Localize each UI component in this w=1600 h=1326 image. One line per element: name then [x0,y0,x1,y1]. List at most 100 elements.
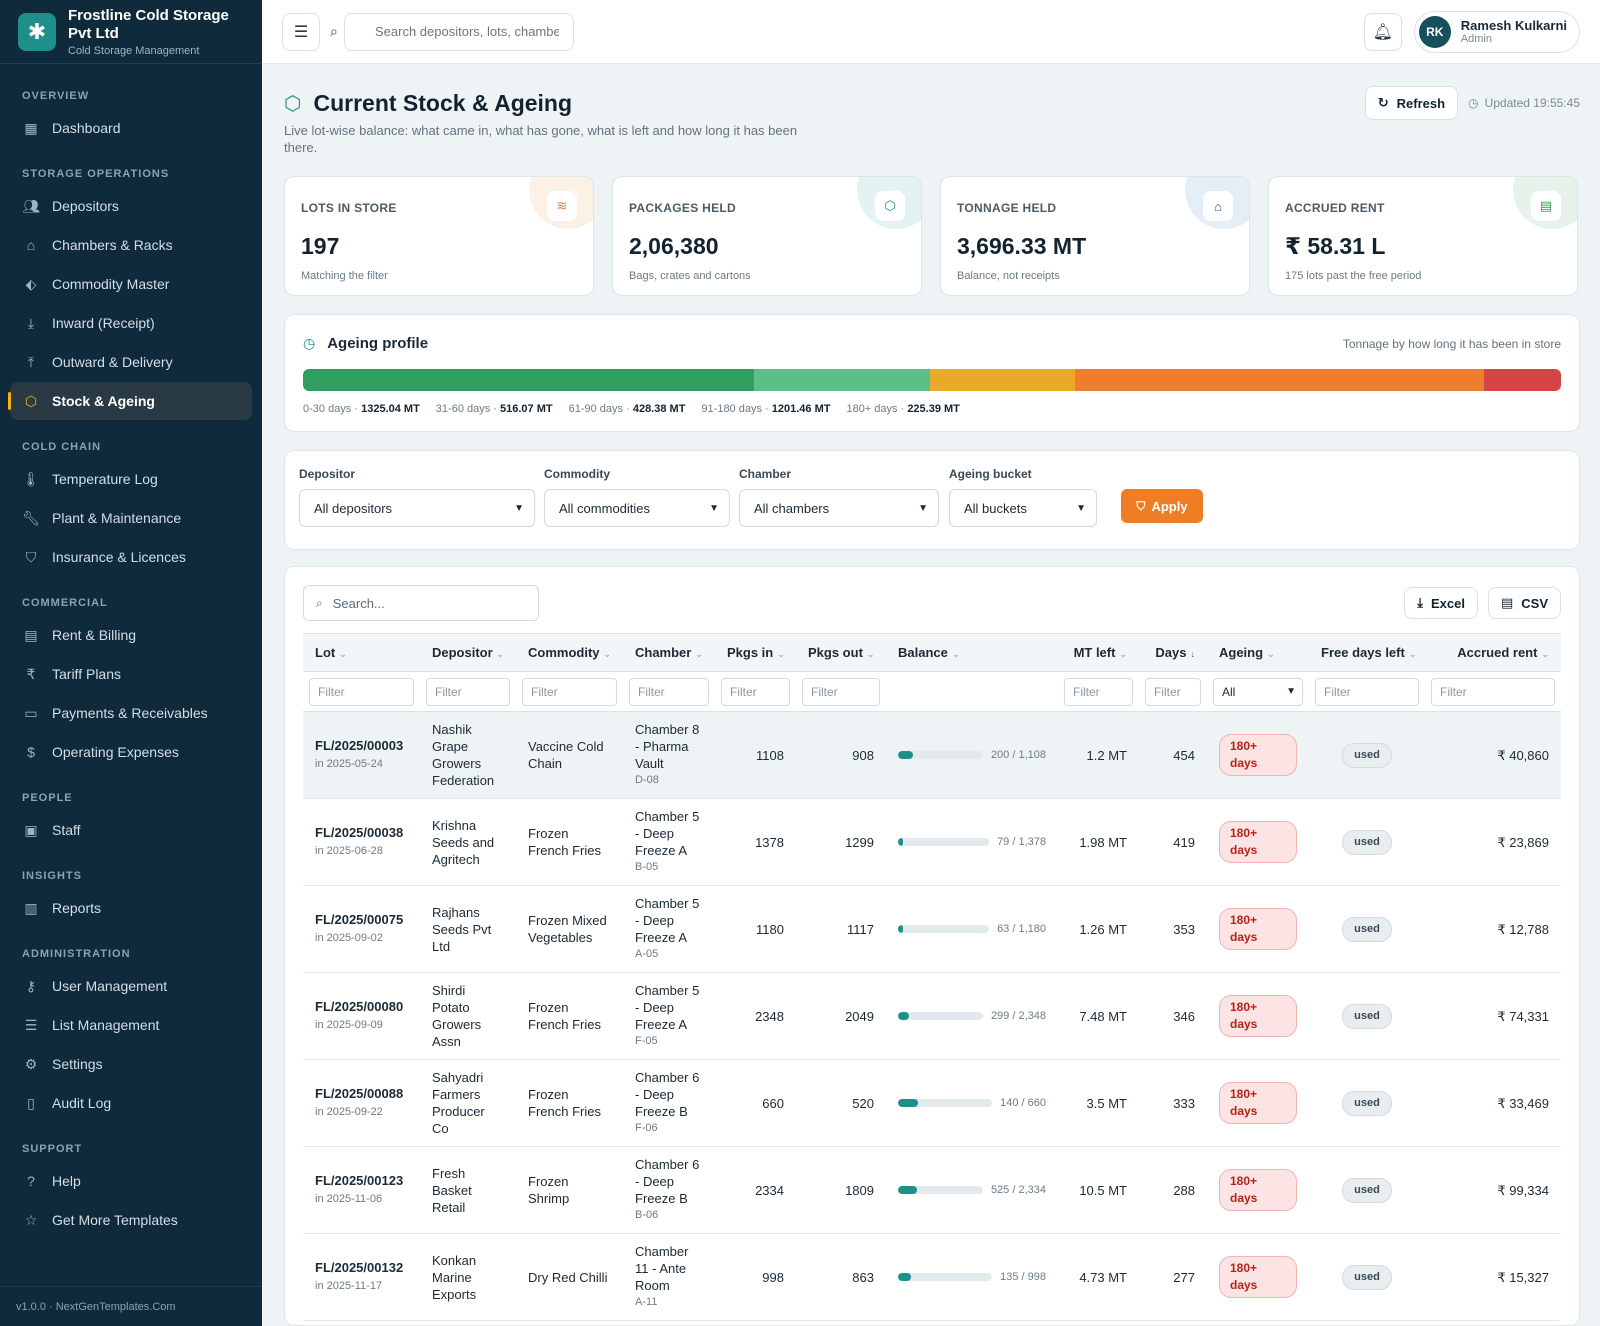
menu-toggle-button[interactable]: ☰ [282,12,320,51]
chamber-select[interactable]: All chambers ▼ [739,489,939,527]
column-header-chamber[interactable]: Chamber ⌄ [623,633,715,672]
user-name: Ramesh Kulkarni [1460,18,1567,33]
table-row[interactable]: FL/2025/00088 in 2025-09-22 Sahyadri Farme… [303,1059,1561,1147]
column-header-pkgs-out[interactable]: Pkgs out ⌄ [796,633,886,672]
lot-id[interactable]: FL/2025/00088 [315,1085,408,1102]
column-header-pkgs-in[interactable]: Pkgs in ⌄ [715,633,796,672]
export-excel-button[interactable]: ⤓ Excel [1404,587,1478,619]
depositor-select[interactable]: All depositors ▼ [299,489,535,527]
sidebar-item-outward-delivery[interactable]: ⤒ Outward & Delivery [10,343,252,381]
column-filter-input[interactable]: Filter [1064,677,1133,706]
apply-button[interactable]: ⛉ Apply [1121,489,1203,523]
sidebar-item-temperature-log[interactable]: 🌡︎ Temperature Log [10,460,252,498]
column-header-accrued-rent[interactable]: Accrued rent ⌄ [1425,633,1561,672]
sidebar-item-help[interactable]: ? Help [10,1162,252,1200]
sidebar-item-list-management[interactable]: ☰ List Management [10,1006,252,1044]
column-header-mt-left[interactable]: MT left ⌄ [1058,633,1139,672]
commodity-select[interactable]: All commodities ▼ [544,489,730,527]
table-row[interactable]: FL/2025/00003 in 2025-05-24 Nashik Grape G… [303,711,1561,799]
lot-id[interactable]: FL/2025/00075 [315,911,408,928]
sidebar-item-chambers-racks[interactable]: ⌂ Chambers & Racks [10,226,252,264]
lot-cell: FL/2025/00080 in 2025-09-09 [303,972,420,1060]
pkgs-out-cell: 908 [796,711,886,799]
lot-date: in 2025-09-09 [315,1019,383,1031]
id-card-icon: ▣ [24,821,38,838]
balance-fill [898,751,914,759]
ageing-legend: 0-30 days · 1325.04 MT 31-60 days · 516.0… [303,403,960,415]
sidebar-item-staff[interactable]: ▣ Staff [10,811,252,849]
ageing-filter-select[interactable]: All ▼ [1213,677,1303,706]
balance-track [898,1273,993,1281]
sidebar-item-reports[interactable]: ▥ Reports [10,889,252,927]
bucket-select[interactable]: All buckets ▼ [949,489,1097,527]
free-days-cell: used [1309,972,1425,1060]
column-filter-input[interactable]: Filter [1145,677,1201,706]
column-filter-input[interactable]: Filter [629,677,709,706]
table-row[interactable]: FL/2025/00038 in 2025-06-28 Krishna Seeds … [303,798,1561,886]
sidebar-item-inward-receipt[interactable]: ⤓ Inward (Receipt) [10,304,252,342]
ageing-legend-value: 1201.46 MT [771,403,831,415]
column-header-ageing[interactable]: Ageing ⌄ [1207,633,1309,672]
table-search-input[interactable]: ⌕ Search... [303,585,539,621]
column-filter-input[interactable]: Filter [721,677,790,706]
sidebar-item-insurance-licences[interactable]: ⛉ Insurance & Licences [10,538,252,576]
sidebar-item-settings[interactable]: ⚙ Settings [10,1045,252,1083]
sidebar-item-audit-log[interactable]: ▯ Audit Log [10,1084,252,1122]
hamburger-icon: ☰ [293,23,309,41]
commodity-cell: Frozen French Fries [516,798,623,886]
lot-id[interactable]: FL/2025/00003 [315,737,408,754]
rack-code: A-11 [635,1296,658,1308]
user-menu[interactable]: RK Ramesh Kulkarni Admin [1413,10,1580,53]
column-filter-input[interactable]: Filter [309,677,414,706]
table-row[interactable]: FL/2025/00132 in 2025-11-17 Konkan Marine … [303,1233,1561,1321]
pkgs-in-cell: 2348 [715,972,796,1060]
sidebar-item-operating-expenses[interactable]: $ Operating Expenses [10,733,252,771]
column-header-days[interactable]: Days ↓ [1139,633,1207,672]
column-header-depositor[interactable]: Depositor ⌄ [420,633,516,672]
sidebar-item-payments-receivables[interactable]: ▭ Payments & Receivables [10,694,252,732]
column-header-free-days-left[interactable]: Free days left ⌄ [1309,633,1425,672]
sidebar-item-rent-billing[interactable]: ▤ Rent & Billing [10,616,252,654]
export-csv-button[interactable]: ▤ CSV [1487,587,1561,619]
column-filter-input[interactable]: Filter [426,677,510,706]
sidebar-item-dashboard[interactable]: ▦ Dashboard [10,109,252,147]
table-row[interactable]: FL/2025/00075 in 2025-09-02 Rajhans Seeds … [303,885,1561,973]
column-filter-input[interactable]: Filter [522,677,617,706]
table-row[interactable]: FL/2025/00080 in 2025-09-09 Shirdi Potato … [303,972,1561,1060]
column-header-balance[interactable]: Balance ⌄ [886,633,1058,672]
pkgs-out-cell: 2049 [796,972,886,1060]
rack-code: F-06 [635,1122,658,1134]
column-header-commodity[interactable]: Commodity ⌄ [516,633,623,672]
balance-indicator: 299 / 2,348 [898,1008,1046,1025]
sidebar-item-tariff-plans[interactable]: ₹ Tariff Plans [10,655,252,693]
sidebar-item-user-management[interactable]: ⚷ User Management [10,967,252,1005]
column-header-label: Commodity [528,645,600,660]
column-filter-input[interactable]: Filter [1431,677,1555,706]
sidebar-item-stock-ageing[interactable]: ⬡ Stock & Ageing [8,382,252,420]
balance-fill [898,1012,909,1020]
column-filter-input[interactable]: Filter [802,677,880,706]
nav-section-overview: OVERVIEW [22,90,90,102]
sidebar-item-plant-maintenance[interactable]: 🔧︎ Plant & Maintenance [10,499,252,537]
sidebar-item-get-more-templates[interactable]: ☆ Get More Templates [10,1201,252,1239]
sidebar-item-depositors[interactable]: 👥︎ Depositors [10,187,252,225]
rack-code: A-05 [635,948,659,960]
column-header-label: Free days left [1321,645,1405,660]
lot-date: in 2025-09-02 [315,932,383,944]
column-filter-input[interactable]: Filter [1315,677,1419,706]
lot-date: in 2025-09-22 [315,1106,383,1118]
lot-id[interactable]: FL/2025/00038 [315,824,408,841]
ageing-cell: 180+ days [1207,1059,1309,1147]
refresh-button[interactable]: ↻ Refresh [1364,86,1459,120]
lot-cell: FL/2025/00038 in 2025-06-28 [303,798,420,886]
notifications-button[interactable]: 🔔︎ [1363,12,1402,51]
table-row[interactable]: FL/2025/00123 in 2025-11-06 Fresh Basket R… [303,1146,1561,1234]
lot-id[interactable]: FL/2025/00132 [315,1259,408,1276]
lot-id[interactable]: FL/2025/00123 [315,1172,408,1189]
warehouse-icon: ⌂ [26,237,36,253]
free-days-badge: used [1342,916,1392,942]
sidebar-item-commodity-master[interactable]: ⬖ Commodity Master [10,265,252,303]
global-search-input[interactable] [344,12,574,51]
lot-id[interactable]: FL/2025/00080 [315,998,408,1015]
column-header-lot[interactable]: Lot ⌄ [303,633,420,672]
